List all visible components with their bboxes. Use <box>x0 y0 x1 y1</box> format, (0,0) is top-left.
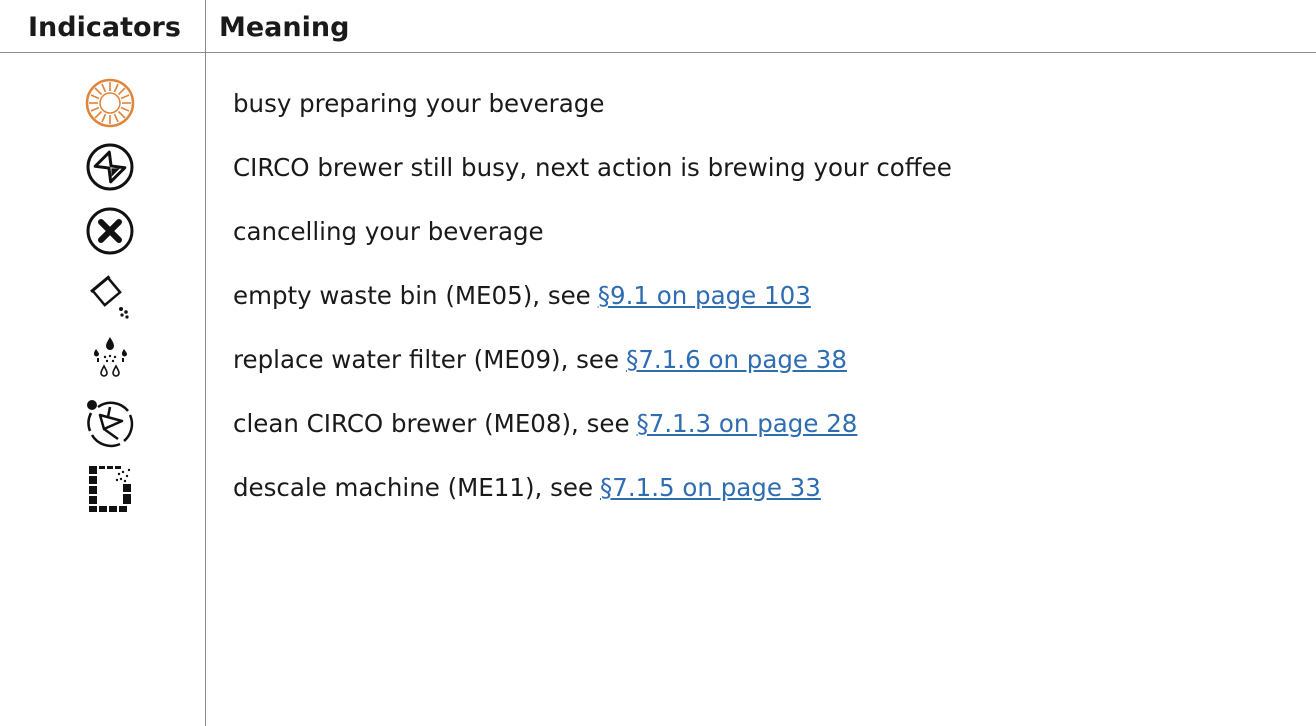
table-row: descale machine (ME11), see §7.1.5 on pa… <box>0 455 1316 519</box>
water-filter-icon <box>70 327 150 391</box>
meaning-text: busy preparing your beverage <box>233 88 605 118</box>
table-row: clean CIRCO brewer (ME08), see §7.1.3 on… <box>0 391 1316 455</box>
table-row: busy preparing your beverage <box>0 71 1316 135</box>
indicators-header: Indicators <box>28 12 181 43</box>
meaning-text: cancelling your beverage <box>233 216 544 246</box>
indicators-table: Indicators Meaning busy preparing your b… <box>0 0 1316 726</box>
meaning-cell: descale machine (ME11), see §7.1.5 on pa… <box>233 455 821 519</box>
table-row: CIRCO brewer still busy, next action is … <box>0 135 1316 199</box>
header-divider <box>0 52 1316 53</box>
descale-icon <box>70 455 150 519</box>
table-row: cancelling your beverage <box>0 199 1316 263</box>
meaning-text: clean CIRCO brewer (ME08), see <box>233 408 630 438</box>
meaning-cell: replace water filter (ME09), see §7.1.6 … <box>233 327 847 391</box>
meaning-text: descale machine (ME11), see <box>233 472 594 502</box>
page-link[interactable]: §7.1.6 on page 38 <box>626 345 847 374</box>
page-link[interactable]: §7.1.5 on page 33 <box>600 473 821 502</box>
meaning-text: empty waste bin (ME05), see <box>233 280 591 310</box>
waste-bin-icon <box>70 263 150 327</box>
meaning-cell: busy preparing your beverage <box>233 71 604 135</box>
page-link[interactable]: §7.1.3 on page 28 <box>637 409 858 438</box>
meaning-header: Meaning <box>219 12 350 43</box>
meaning-cell: CIRCO brewer still busy, next action is … <box>233 135 952 199</box>
cancel-x-icon <box>70 199 150 263</box>
meaning-text: CIRCO brewer still busy, next action is … <box>233 152 952 182</box>
hourglass-icon <box>70 135 150 199</box>
meaning-cell: cancelling your beverage <box>233 199 544 263</box>
table-row: replace water filter (ME09), see §7.1.6 … <box>0 327 1316 391</box>
busy-sun-icon <box>70 71 150 135</box>
brewer-clean-icon <box>70 391 150 455</box>
meaning-cell: clean CIRCO brewer (ME08), see §7.1.3 on… <box>233 391 857 455</box>
meaning-text: replace water filter (ME09), see <box>233 344 620 374</box>
page-link[interactable]: §9.1 on page 103 <box>598 281 811 310</box>
meaning-cell: empty waste bin (ME05), see §9.1 on page… <box>233 263 811 327</box>
table-row: empty waste bin (ME05), see §9.1 on page… <box>0 263 1316 327</box>
